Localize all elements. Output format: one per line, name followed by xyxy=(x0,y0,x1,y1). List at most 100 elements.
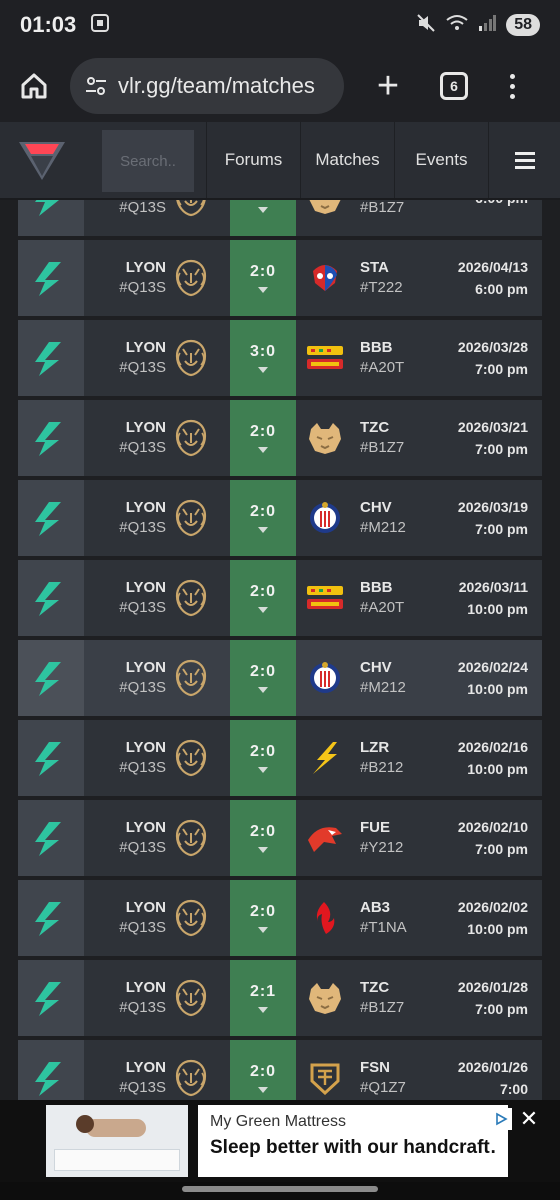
match-row[interactable]: LYON #Q13S 2:0 CHV #M212 2026/02/24 10:00 pm xyxy=(18,640,542,716)
chevron-down-icon[interactable] xyxy=(258,927,268,933)
chevron-down-icon[interactable] xyxy=(258,447,268,453)
chv-logo-icon xyxy=(296,480,354,556)
ad-image[interactable] xyxy=(46,1105,188,1177)
lion-logo-icon xyxy=(172,480,230,556)
score-box[interactable]: 2:0 xyxy=(230,400,296,476)
match-datetime: 2026/03/11 10:00 pm xyxy=(424,560,542,636)
ad-choices-icon[interactable] xyxy=(490,1108,512,1130)
team1-tag: #Q13S xyxy=(119,439,166,456)
match-date: 2026/03/28 xyxy=(457,339,528,355)
new-tab-button[interactable]: + xyxy=(370,67,406,105)
score-box[interactable]: 2:0 xyxy=(230,800,296,876)
chevron-down-icon[interactable] xyxy=(258,847,268,853)
lion-logo-icon xyxy=(172,960,230,1036)
match-row[interactable]: LYON #Q13S 2:0 FSN #Q1Z7 2026/01/26 7:00 xyxy=(18,1040,542,1100)
match-row[interactable]: LYON #Q13S 2:0 TZC #B1Z7 2026/03/21 7:00 pm xyxy=(18,400,542,476)
team2-tag: #B1Z7 xyxy=(360,999,405,1016)
match-score: 2:0 xyxy=(249,583,277,600)
vlr-logo[interactable] xyxy=(0,122,84,198)
score-box[interactable]: 2:0 xyxy=(230,880,296,956)
match-row[interactable]: LYON #Q13S 3:0 BBB #A20T 2026/03/28 7:00 pm xyxy=(18,320,542,396)
status-bar: 01:03 58 xyxy=(0,0,560,50)
match-time: 6:00 pm xyxy=(475,281,528,297)
home-icon[interactable] xyxy=(14,66,54,106)
score-box[interactable]: 2:0 xyxy=(230,560,296,636)
home-gesture-handle[interactable] xyxy=(182,1186,378,1192)
match-time: 7:00 pm xyxy=(475,1001,528,1017)
match-row[interactable]: LYON #Q13S 2:0 AB3 #T1NA 2026/02/02 10:00 pm xyxy=(18,880,542,956)
nav-events[interactable]: Events xyxy=(394,122,488,198)
chevron-down-icon[interactable] xyxy=(258,1007,268,1013)
match-score: 3:0 xyxy=(249,343,277,360)
chevron-down-icon[interactable] xyxy=(258,767,268,773)
team2-info: TZC #B1Z7 xyxy=(354,960,424,1036)
score-box[interactable]: 2:0 xyxy=(230,720,296,796)
bbb-logo-icon xyxy=(296,560,354,636)
match-row[interactable]: LYON #Q13S 2:0 STA #T222 2026/04/13 6:00 pm xyxy=(18,240,542,316)
score-box[interactable]: 2:0 xyxy=(230,200,296,236)
bbb-logo-icon xyxy=(296,320,354,396)
puma-logo-icon xyxy=(296,400,354,476)
match-time: 10:00 pm xyxy=(467,761,528,777)
match-date: 2026/04/13 xyxy=(457,259,528,275)
team1-info: LYON #Q13S xyxy=(84,560,172,636)
match-score: 2:0 xyxy=(249,663,277,680)
match-row[interactable]: LYON #Q13S 2:0 BBB #A20T 2026/03/11 10:00 pm xyxy=(18,560,542,636)
team2-tag: #Y212 xyxy=(360,839,404,856)
hamburger-menu-icon[interactable] xyxy=(488,122,560,198)
chevron-down-icon[interactable] xyxy=(258,287,268,293)
more-menu-icon[interactable] xyxy=(510,73,515,99)
event-icon xyxy=(18,960,84,1036)
nav-matches[interactable]: Matches xyxy=(300,122,394,198)
chevron-down-icon[interactable] xyxy=(258,527,268,533)
team1-name: LYON xyxy=(125,499,166,516)
score-box[interactable]: 2:0 xyxy=(230,480,296,556)
phoenix-logo-icon xyxy=(296,800,354,876)
ad-close-icon[interactable]: ✕ xyxy=(514,1104,544,1134)
match-score: 2:0 xyxy=(249,263,277,280)
address-bar[interactable]: vlr.gg/team/matches xyxy=(70,58,344,114)
ad-text[interactable]: My Green Mattress Sleep better with our … xyxy=(198,1105,508,1177)
team2-name: CHV xyxy=(360,499,392,516)
score-box[interactable]: 2:0 xyxy=(230,640,296,716)
team1-tag: #Q13S xyxy=(119,1079,166,1096)
team2-name: FUE xyxy=(360,819,390,836)
match-row[interactable]: LYON #Q13S 2:0 FUE #Y212 2026/02/10 7:00 pm xyxy=(18,800,542,876)
team2-tag: #T222 xyxy=(360,279,403,296)
match-row[interactable]: LYON #Q13S 2:0 LZR #B212 2026/02/16 10:00 pm xyxy=(18,720,542,796)
match-datetime: 2026/03/21 7:00 pm xyxy=(424,400,542,476)
match-row[interactable]: LYON#Q13S 2:0 TZC#B1Z7 6:00 pm xyxy=(18,200,542,236)
match-datetime: 6:00 pm xyxy=(424,200,542,236)
score-box[interactable]: 2:0 xyxy=(230,1040,296,1100)
match-time: 6:00 pm xyxy=(475,200,528,209)
match-time: 7:00 xyxy=(499,1081,528,1097)
score-box[interactable]: 2:0 xyxy=(230,240,296,316)
team2-name: BBB xyxy=(360,339,393,356)
team1-tag: #Q13S xyxy=(119,999,166,1016)
lion-logo-icon xyxy=(172,240,230,316)
event-icon xyxy=(18,400,84,476)
match-time: 10:00 pm xyxy=(467,921,528,937)
team1-info: LYON #Q13S xyxy=(84,640,172,716)
chevron-down-icon[interactable] xyxy=(258,607,268,613)
match-row[interactable]: LYON #Q13S 2:1 TZC #B1Z7 2026/01/28 7:00 pm xyxy=(18,960,542,1036)
ad-banner[interactable]: My Green Mattress Sleep better with our … xyxy=(0,1100,560,1182)
score-box[interactable]: 2:1 xyxy=(230,960,296,1036)
chevron-down-icon[interactable] xyxy=(258,367,268,373)
search-input[interactable]: Search.. xyxy=(102,130,194,192)
chevron-down-icon[interactable] xyxy=(258,1087,268,1093)
puma-logo-icon xyxy=(296,200,354,236)
event-icon xyxy=(18,560,84,636)
team2-name: AB3 xyxy=(360,899,391,916)
match-row[interactable]: LYON #Q13S 2:0 CHV #M212 2026/03/19 7:00 pm xyxy=(18,480,542,556)
score-box[interactable]: 3:0 xyxy=(230,320,296,396)
match-score: 2:0 xyxy=(249,1063,277,1080)
nav-forums[interactable]: Forums xyxy=(206,122,300,198)
tab-switcher-button[interactable]: 6 xyxy=(440,72,468,100)
chevron-down-icon[interactable] xyxy=(258,687,268,693)
chevron-down-icon[interactable] xyxy=(258,207,268,213)
lion-logo-icon xyxy=(172,640,230,716)
match-datetime: 2026/02/24 10:00 pm xyxy=(424,640,542,716)
signal-icon xyxy=(478,14,497,36)
site-settings-icon[interactable] xyxy=(84,74,108,98)
